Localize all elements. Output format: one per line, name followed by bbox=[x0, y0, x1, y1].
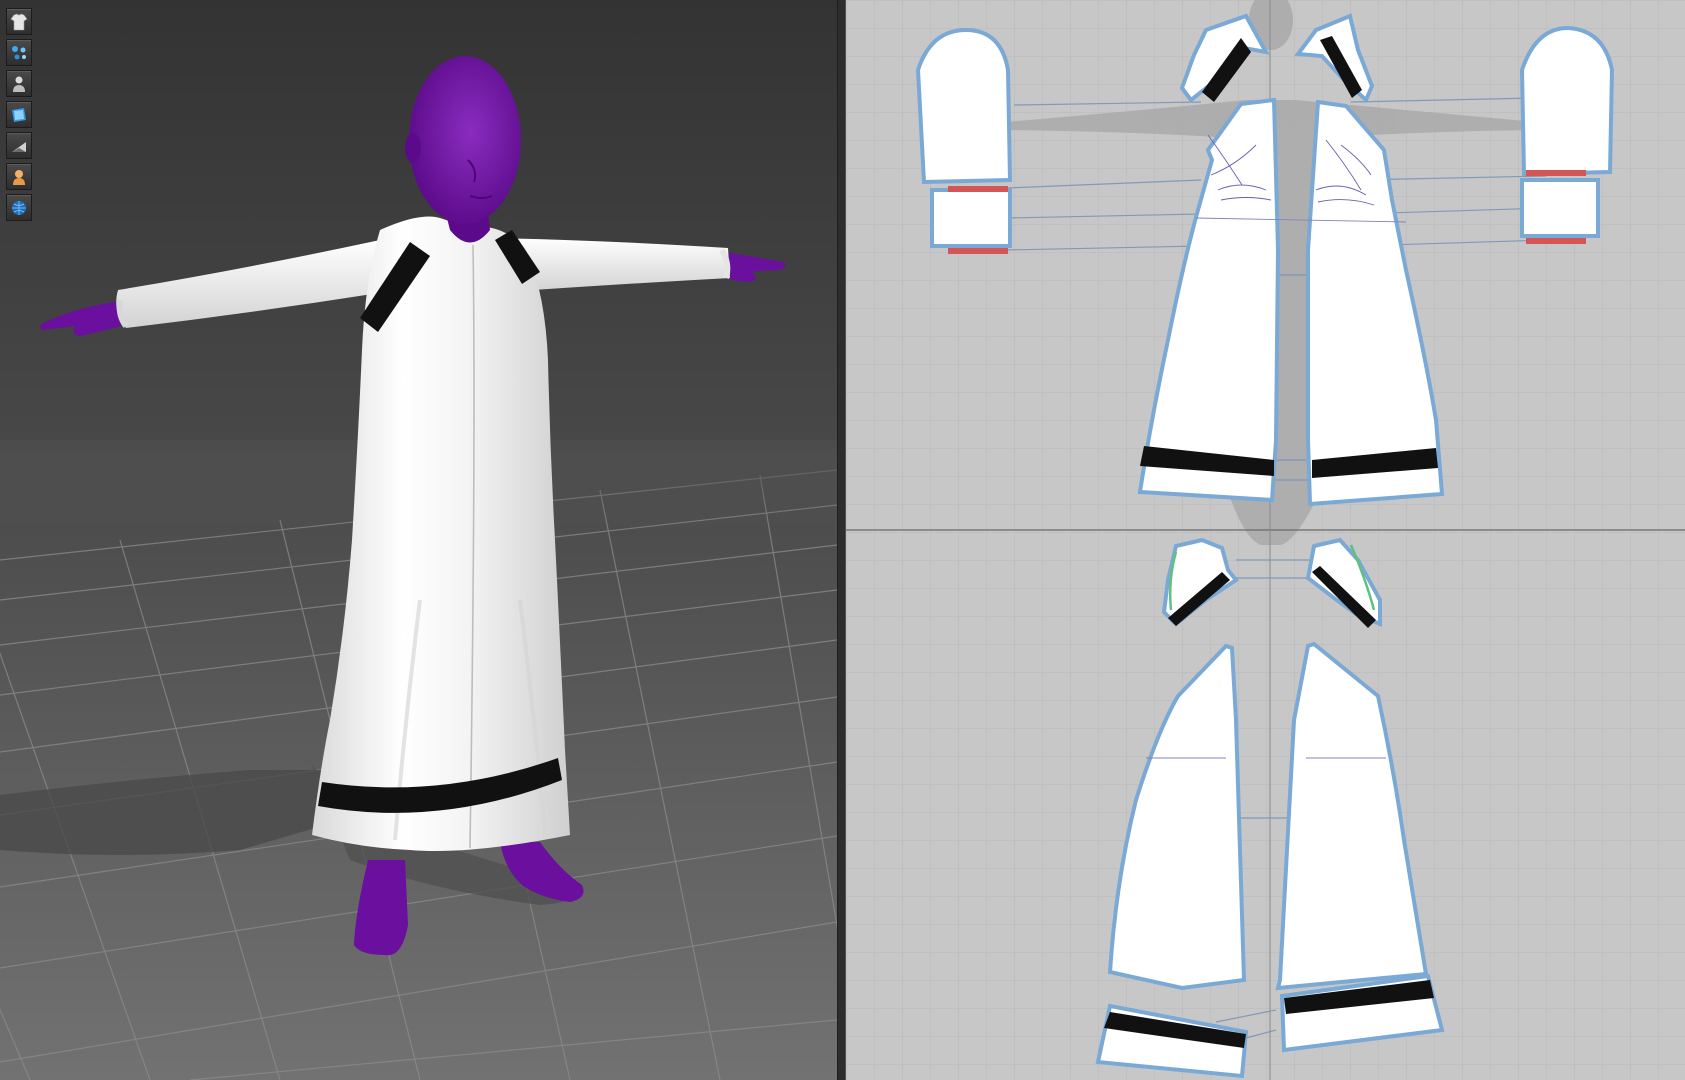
garment-icon[interactable] bbox=[6, 8, 32, 35]
avatar-skin-icon[interactable] bbox=[6, 163, 32, 190]
pattern-piece-right-sleeve[interactable] bbox=[1519, 25, 1615, 177]
3d-scene[interactable] bbox=[0, 0, 837, 1080]
pattern-piece-left-sleeve[interactable] bbox=[915, 27, 1013, 185]
pattern-piece-right-cuff[interactable] bbox=[1520, 178, 1600, 244]
viewport-toolbar bbox=[6, 8, 34, 221]
pattern-piece-left-cuff[interactable] bbox=[930, 186, 1012, 254]
garment-editor-window bbox=[0, 0, 1685, 1080]
avatar-head bbox=[409, 56, 521, 224]
environment-sphere-icon[interactable] bbox=[6, 194, 32, 221]
pattern-board[interactable] bbox=[846, 0, 1685, 1080]
shadow-icon[interactable] bbox=[6, 132, 32, 159]
2d-pattern-viewport[interactable] bbox=[846, 0, 1685, 1080]
avatar-icon[interactable] bbox=[6, 70, 32, 97]
viewport-splitter[interactable] bbox=[837, 0, 846, 1080]
texture-view-icon[interactable] bbox=[6, 101, 32, 128]
simulation-particles-icon[interactable] bbox=[6, 39, 32, 66]
3d-viewport[interactable] bbox=[0, 0, 837, 1080]
